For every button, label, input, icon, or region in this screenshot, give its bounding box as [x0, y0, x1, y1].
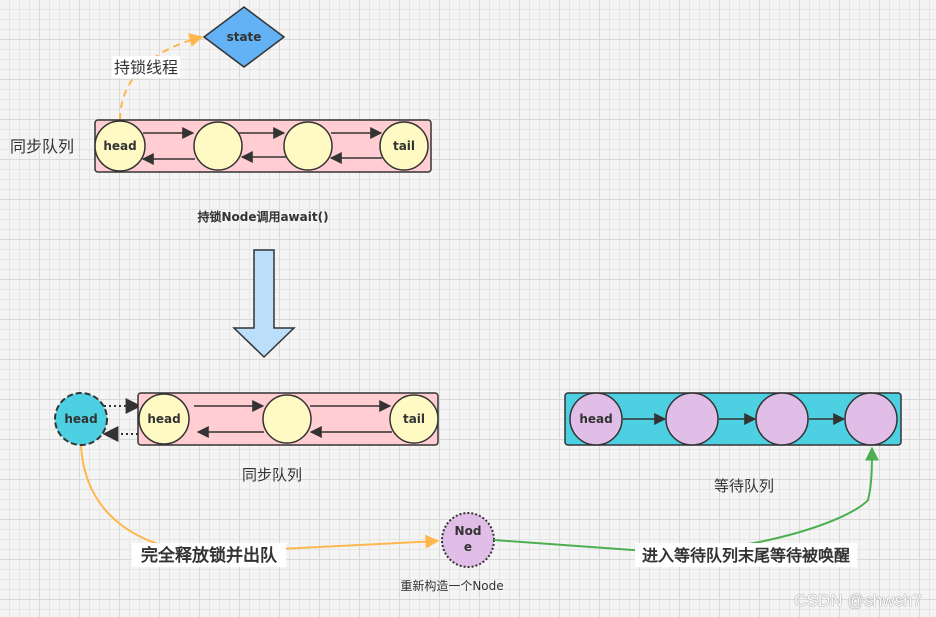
svg-text:head: head: [64, 412, 97, 426]
condition-node: [755, 392, 809, 446]
condition-queue: head: [564, 392, 902, 446]
condition-node: [665, 392, 719, 446]
queue-node-head: head: [138, 393, 190, 445]
detached-head-node: head: [54, 392, 108, 446]
enqueue-arrow: [493, 446, 879, 554]
svg-text:e: e: [464, 540, 472, 554]
queue-node-tail: tail: [379, 121, 429, 171]
release-label: 完全释放锁并出队: [141, 545, 278, 566]
state-label: state: [227, 30, 262, 44]
new-node: Nod e: [441, 512, 495, 568]
queue-node: [283, 121, 333, 171]
queue-node: [193, 121, 243, 171]
svg-text:tail: tail: [403, 412, 425, 426]
queue-node: [262, 394, 312, 444]
condition-node-tail: [844, 392, 898, 446]
watermark: CSDN @shwsh7: [794, 591, 922, 610]
state-node: state: [202, 6, 286, 68]
condition-node-head: head: [569, 392, 623, 446]
sync-queue-side-label: 同步队列: [10, 137, 74, 156]
new-node-caption: 重新构造一个Node: [400, 578, 503, 593]
bottom-sync-queue-caption: 同步队列: [242, 466, 302, 484]
diagram-canvas: state 持锁线程 同步队列 head tail 持锁Node调用await(: [10, 6, 902, 593]
lock-holder-label: 持锁线程: [114, 58, 178, 77]
top-sync-queue: head tail: [94, 119, 432, 173]
svg-text:tail: tail: [393, 139, 415, 153]
lock-holder-arrow: [119, 33, 204, 121]
svg-text:head: head: [579, 412, 612, 426]
svg-text:head: head: [147, 412, 180, 426]
svg-text:Nod: Nod: [455, 524, 482, 538]
svg-text:head: head: [103, 139, 136, 153]
queue-node-tail: tail: [389, 394, 439, 444]
bottom-sync-queue: head tail: [137, 392, 439, 446]
transition-down-arrow: [232, 249, 296, 359]
await-caption: 持锁Node调用await(): [197, 209, 328, 224]
release-arrow: [80, 445, 440, 555]
queue-node-head: head: [94, 120, 146, 172]
enqueue-label: 进入等待队列末尾等待被唤醒: [642, 546, 850, 565]
condition-queue-caption: 等待队列: [714, 477, 774, 495]
